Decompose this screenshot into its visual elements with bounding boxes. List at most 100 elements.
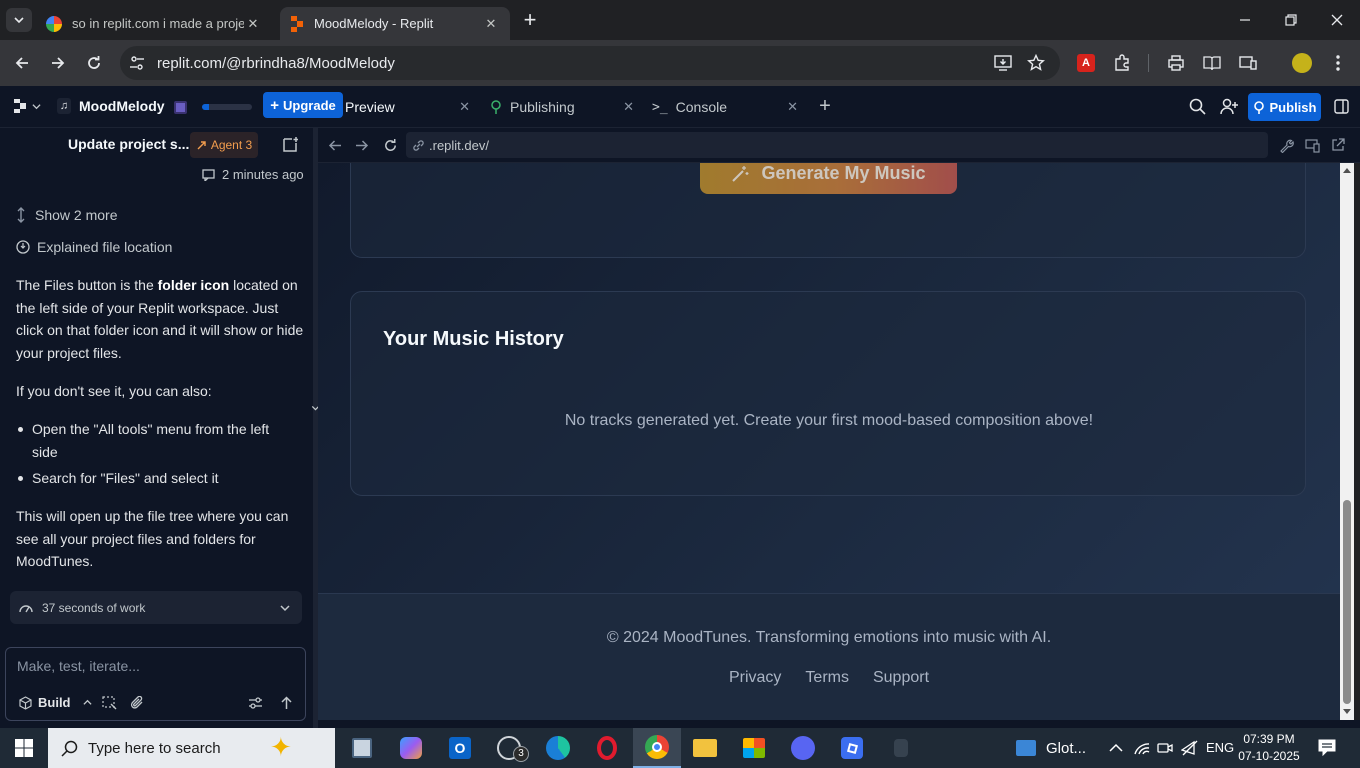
clock[interactable]: 07:39 PM 07-10-2025 (1236, 731, 1302, 765)
chevron-up-icon[interactable] (1109, 743, 1123, 753)
footer-link-support[interactable]: Support (873, 669, 929, 687)
arrow-left-icon (15, 57, 28, 69)
open-new-tab-icon[interactable] (1331, 138, 1345, 152)
preview-url-text: .replit.dev/ (429, 137, 489, 153)
install-app-icon[interactable] (994, 54, 1012, 72)
explained-item[interactable]: Explained file location (16, 239, 172, 255)
taskbar-app-contacts[interactable] (338, 728, 386, 768)
close-window-button[interactable] (1314, 0, 1360, 40)
device-preview-icon[interactable] (1305, 138, 1320, 153)
reload-icon[interactable] (383, 138, 398, 153)
meet-now-icon[interactable] (1157, 740, 1173, 756)
devtools-wrench-icon[interactable] (1279, 138, 1294, 153)
agent-badge[interactable]: Agent 3 (190, 132, 258, 158)
arrow-right-icon[interactable] (355, 139, 369, 152)
send-arrow-icon[interactable] (280, 696, 293, 710)
search-icon[interactable] (1189, 98, 1206, 115)
lightbulb-icon (16, 240, 30, 254)
invite-user-icon[interactable] (1220, 98, 1239, 115)
attach-icon[interactable] (130, 696, 145, 710)
tab-publishing[interactable]: Publishing ✕ (489, 86, 634, 128)
thread-title[interactable]: Update project s... (68, 136, 189, 152)
pdf-extension-icon[interactable]: A (1074, 51, 1098, 75)
select-element-icon[interactable] (102, 696, 117, 710)
toggle-sidebar-icon[interactable] (1334, 99, 1349, 114)
back-button[interactable] (10, 51, 34, 75)
taskbar-app-roblox[interactable] (828, 728, 876, 768)
music-note-icon: ♫ (57, 98, 71, 114)
reload-button[interactable] (82, 51, 106, 75)
taskbar-app-edge[interactable] (534, 728, 582, 768)
address-bar[interactable]: replit.com/@rbrindha8/MoodMelody (120, 46, 1060, 80)
notification-center-icon[interactable] (1318, 739, 1336, 756)
taskbar-app-outlook[interactable]: O (436, 728, 484, 768)
publish-button[interactable]: Publish (1248, 93, 1321, 121)
scroll-down-arrow-icon[interactable] (1343, 709, 1351, 715)
tab-title: so in replit.com i made a project (72, 16, 244, 31)
contacts-icon (352, 738, 372, 758)
workspace-menu-button[interactable] (14, 99, 41, 113)
scrollbar-thumb[interactable] (1343, 500, 1351, 704)
browser-menu-icon[interactable] (1326, 51, 1350, 75)
tab-console[interactable]: >_ Console ✕ (652, 86, 798, 128)
show-more-button[interactable]: Show 2 more (16, 207, 117, 223)
tab-preview[interactable]: Preview ✕ (345, 86, 470, 128)
taskbar-app-copilot[interactable] (387, 728, 435, 768)
taskbar-search[interactable]: Type here to search ✦ (48, 728, 335, 768)
work-summary-bar[interactable]: 37 seconds of work (10, 591, 302, 624)
site-info-icon[interactable] (129, 55, 145, 71)
footer-link-privacy[interactable]: Privacy (729, 669, 781, 687)
upgrade-button[interactable]: + Upgrade (263, 92, 343, 118)
tab-search-button[interactable] (6, 8, 32, 32)
replit-header: ♫ MoodMelody + Upgrade Preview ✕ Publish… (0, 86, 1360, 128)
close-icon[interactable]: ✕ (459, 99, 470, 115)
forward-button[interactable] (46, 51, 70, 75)
google-icon (46, 15, 62, 32)
language-indicator[interactable]: ENG (1206, 740, 1234, 755)
web-preview: Generate My Music Your Music History No … (318, 163, 1340, 720)
restore-button[interactable] (1268, 0, 1314, 40)
taskbar-app-store[interactable] (730, 728, 778, 768)
minimize-button[interactable] (1222, 0, 1268, 40)
reload-icon (88, 56, 100, 69)
footer-link-terms[interactable]: Terms (805, 669, 849, 687)
close-icon[interactable]: ✕ (482, 15, 500, 33)
expand-vertical-icon (17, 207, 25, 223)
settings-sliders-icon[interactable] (248, 696, 263, 710)
bookmark-star-icon[interactable] (1027, 54, 1045, 72)
new-chat-icon[interactable] (282, 136, 298, 152)
preview-scrollbar[interactable] (1340, 163, 1354, 720)
start-button[interactable] (0, 728, 48, 768)
profile-avatar[interactable] (1290, 51, 1314, 75)
new-pane-tab-button[interactable]: + (816, 96, 834, 116)
chat-input[interactable]: Make, test, iterate... (17, 658, 297, 674)
extensions-icon[interactable] (1110, 51, 1134, 75)
agent-message-paragraph: If you don't see it, you can also: (16, 383, 212, 399)
reading-mode-icon[interactable] (1200, 51, 1224, 75)
taskbar-app-chrome[interactable] (633, 728, 681, 768)
close-icon[interactable]: ✕ (787, 99, 798, 115)
project-name-button[interactable]: ♫ MoodMelody (57, 98, 165, 114)
taskbar-app-discord[interactable] (779, 728, 827, 768)
generate-music-button[interactable]: Generate My Music (700, 163, 957, 194)
build-mode-button[interactable]: Build (19, 695, 92, 710)
scroll-up-arrow-icon[interactable] (1343, 167, 1351, 173)
speaker-muted-icon[interactable] (1181, 740, 1199, 756)
chevron-up-icon (82, 699, 92, 705)
taskbar-app-faded[interactable] (877, 728, 925, 768)
close-icon[interactable]: ✕ (244, 15, 262, 33)
taskbar-app-file-explorer[interactable] (681, 728, 729, 768)
browser-tab-replit[interactable]: MoodMelody - Replit ✕ (280, 7, 510, 40)
wifi-icon[interactable] (1133, 741, 1151, 755)
preview-url-bar[interactable]: .replit.dev/ (406, 132, 1268, 158)
print-icon[interactable] (1164, 51, 1188, 75)
taskbar-app-opera[interactable] (583, 728, 631, 768)
browser-tab-google[interactable]: so in replit.com i made a project ✕ (36, 7, 272, 40)
cast-icon[interactable] (1236, 51, 1260, 75)
arrow-left-icon[interactable] (328, 139, 342, 152)
close-icon[interactable]: ✕ (623, 99, 634, 115)
taskbar-app-whatsapp[interactable]: 3 (485, 728, 533, 768)
link-icon (413, 139, 424, 151)
taskbar-glot-widget[interactable]: Glot... (1016, 728, 1086, 768)
new-tab-button[interactable]: + (519, 9, 541, 32)
